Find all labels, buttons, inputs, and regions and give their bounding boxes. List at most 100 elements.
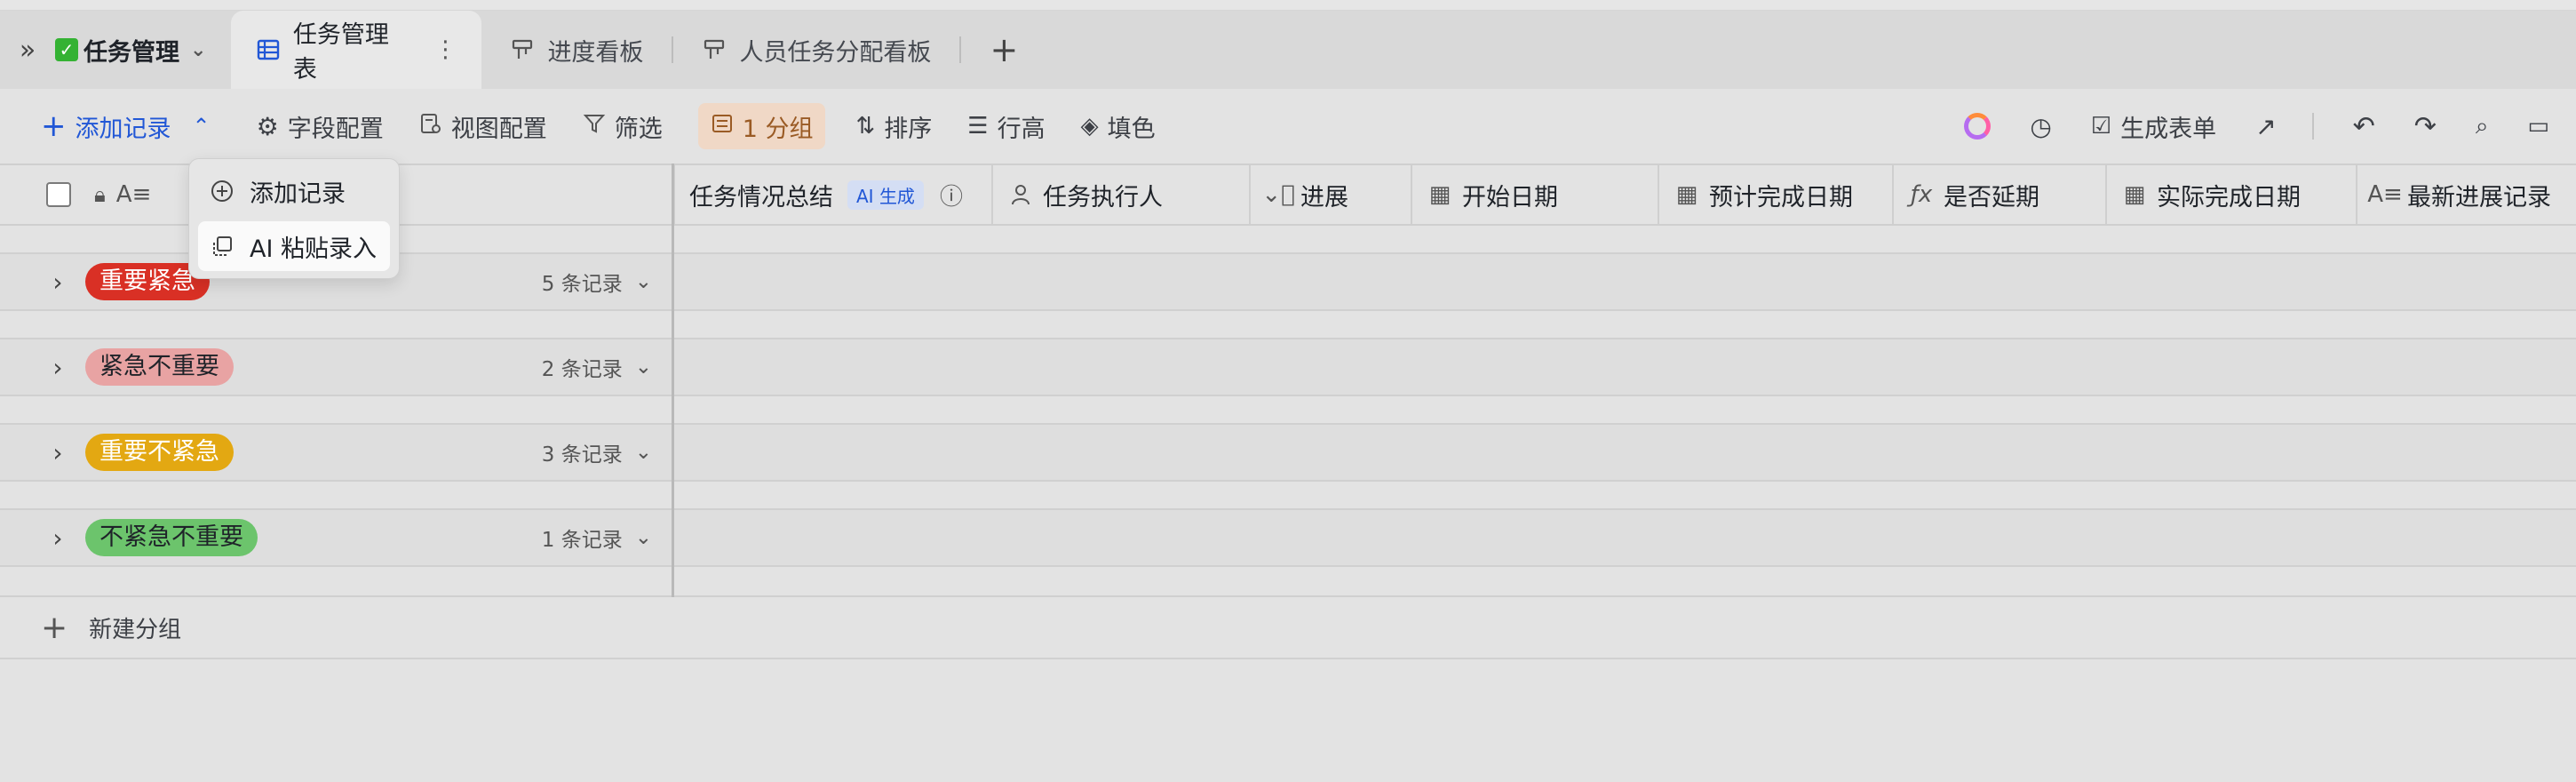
tab-task-table[interactable]: 任务管理表 ⋮ [231, 11, 482, 89]
history-button[interactable]: ◷ [2030, 112, 2051, 141]
table-icon [256, 37, 280, 62]
group-label: 1 分组 [742, 115, 814, 143]
toolbar-divider [2311, 113, 2314, 140]
plus-icon: + [41, 609, 68, 646]
new-group-button[interactable]: + 新建分组 [0, 597, 2576, 659]
tab-assignment-board[interactable]: 人员任务分配看板 [673, 11, 959, 89]
group-header: › 不紧急不重要 1 条记录 ⌄ [0, 510, 672, 565]
menu-item-ai-paste[interactable]: AI 粘贴录入 [198, 221, 390, 271]
group-spacer [0, 396, 2576, 425]
filter-button[interactable]: 筛选 [583, 103, 663, 149]
record-count[interactable]: 2 条记录 ⌄ [542, 339, 652, 395]
chevron-down-icon: ⌄ [634, 526, 652, 549]
record-count[interactable]: 5 条记录 ⌄ [542, 254, 652, 309]
generate-form-label: 生成表单 [2120, 115, 2217, 143]
group-spacer [0, 482, 2576, 510]
field-config-label: 字段配置 [287, 115, 384, 143]
column-label: 最新进展记录 [2407, 183, 2551, 211]
menu-item-add-record[interactable]: 添加记录 [198, 166, 390, 216]
fill-color-button[interactable]: ◈ 填色 [1081, 103, 1156, 149]
chevron-right-icon[interactable]: › [44, 438, 71, 467]
add-record-menu: 添加记录 AI 粘贴录入 [188, 158, 400, 279]
record-count-label: 1 条记录 [541, 529, 623, 552]
info-icon[interactable]: ⓘ [940, 179, 963, 211]
column-header-start-date[interactable]: ▦ 开始日期 [1411, 165, 1658, 224]
check-icon: ✓ [55, 38, 78, 61]
group-row-not-urgent-not-important[interactable]: › 不紧急不重要 1 条记录 ⌄ [0, 510, 2576, 567]
app-switcher[interactable]: ✓ 任务管理 ⌄ [55, 33, 206, 68]
app-name: 任务管理 [83, 38, 179, 67]
group-header: › 紧急不重要 2 条记录 ⌄ [0, 339, 672, 395]
ai-generated-badge: AI 生成 [847, 180, 924, 210]
ai-paste-icon [209, 233, 235, 259]
undo-button[interactable]: ↶ [2353, 111, 2375, 142]
group-tag: 紧急不重要 [85, 348, 234, 386]
chevron-down-icon: ⌄ [634, 355, 652, 379]
view-config-button[interactable]: 视图配置 [419, 103, 547, 149]
calendar-icon: ▦ [1428, 181, 1451, 208]
column-header-assignee[interactable]: 任务执行人 [991, 165, 1249, 224]
group-spacer [0, 311, 2576, 339]
view-config-label: 视图配置 [450, 115, 547, 143]
group-row-important-not-urgent[interactable]: › 重要不紧急 3 条记录 ⌄ [0, 425, 2576, 482]
column-header-delayed[interactable]: ƒx 是否延期 [1892, 165, 2105, 224]
tab-label: 人员任务分配看板 [739, 38, 932, 67]
add-record-button[interactable]: + 添加记录 ⌃ [41, 103, 211, 149]
column-header-summary[interactable]: 任务情况总结 AI 生成 ⓘ [673, 165, 991, 224]
ai-assistant-button[interactable] [1964, 113, 1992, 140]
share-button[interactable]: ↗ [2255, 112, 2276, 141]
record-count-label: 3 条记录 [541, 443, 623, 467]
fill-color-label: 填色 [1107, 115, 1156, 143]
field-config-button[interactable]: ⚙ 字段配置 [257, 103, 384, 149]
share-icon: ↗ [2255, 111, 2277, 141]
sort-label: 排序 [884, 115, 933, 143]
history-icon: ◷ [2030, 111, 2052, 141]
sort-icon: ⇅ [855, 113, 876, 140]
column-header-due-date[interactable]: ▦ 预计完成日期 [1658, 165, 1892, 224]
column-header-progress[interactable]: ⌄⃝ 进展 [1249, 165, 1411, 224]
row-height-icon: ☰ [967, 113, 989, 140]
record-count-label: 5 条记录 [541, 273, 623, 296]
select-icon: ⌄⃝ [1261, 181, 1295, 208]
comment-icon: ▭ [2527, 113, 2549, 140]
calendar-icon: ▦ [1675, 181, 1698, 208]
group-row-urgent-not-important[interactable]: › 紧急不重要 2 条记录 ⌄ [0, 339, 2576, 396]
frozen-column-divider[interactable] [672, 164, 674, 597]
search-records-button[interactable]: ⌕ [2476, 113, 2489, 140]
chevron-right-icon[interactable]: › [44, 267, 71, 297]
more-vertical-icon[interactable]: ⋮ [433, 36, 457, 63]
chevron-right-icon[interactable]: › [44, 353, 71, 382]
column-header-latest-progress[interactable]: A≡ 最新进展记录 [2356, 165, 2576, 224]
row-height-button[interactable]: ☰ 行高 [967, 103, 1045, 149]
record-count[interactable]: 3 条记录 ⌄ [542, 425, 652, 480]
chevron-down-icon: ⌄ [634, 441, 652, 464]
add-tab-icon[interactable]: + [977, 30, 1030, 69]
group-icon [711, 112, 734, 141]
redo-icon: ↷ [2413, 110, 2437, 142]
view-toolbar: + 添加记录 ⌃ ⚙ 字段配置 视图配置 筛选 1 分组 ⇅ 排序 ☰ 行高 ◈… [0, 89, 2576, 164]
kanban-icon [702, 37, 727, 62]
text-icon: A≡ [2367, 181, 2403, 208]
menu-item-label: AI 粘贴录入 [250, 235, 378, 263]
expand-sidebar-icon[interactable]: » [0, 11, 55, 89]
sort-button[interactable]: ⇅ 排序 [855, 103, 932, 149]
filter-icon [583, 112, 606, 141]
plus-icon: + [41, 108, 67, 144]
add-record-label: 添加记录 [75, 115, 171, 143]
comments-button[interactable]: ▭ [2527, 113, 2549, 140]
column-label: 实际完成日期 [2157, 183, 2301, 211]
column-label: 是否延期 [1944, 183, 2039, 211]
column-label: 任务执行人 [1043, 183, 1163, 211]
redo-button[interactable]: ↷ [2414, 111, 2437, 142]
column-label: 预计完成日期 [1709, 183, 1853, 211]
calendar-icon: ▦ [2123, 181, 2146, 208]
select-all-checkbox[interactable] [46, 182, 71, 207]
tab-progress-board[interactable]: 进度看板 [481, 11, 672, 89]
record-count[interactable]: 1 条记录 ⌄ [542, 510, 652, 565]
generate-form-button[interactable]: ☑ 生成表单 [2091, 109, 2216, 144]
group-button[interactable]: 1 分组 [697, 103, 826, 149]
column-header-actual-date[interactable]: ▦ 实际完成日期 [2105, 165, 2356, 224]
tab-label: 任务管理表 [292, 21, 389, 84]
chevron-right-icon[interactable]: › [44, 523, 71, 553]
group-tag: 重要不紧急 [85, 434, 234, 471]
